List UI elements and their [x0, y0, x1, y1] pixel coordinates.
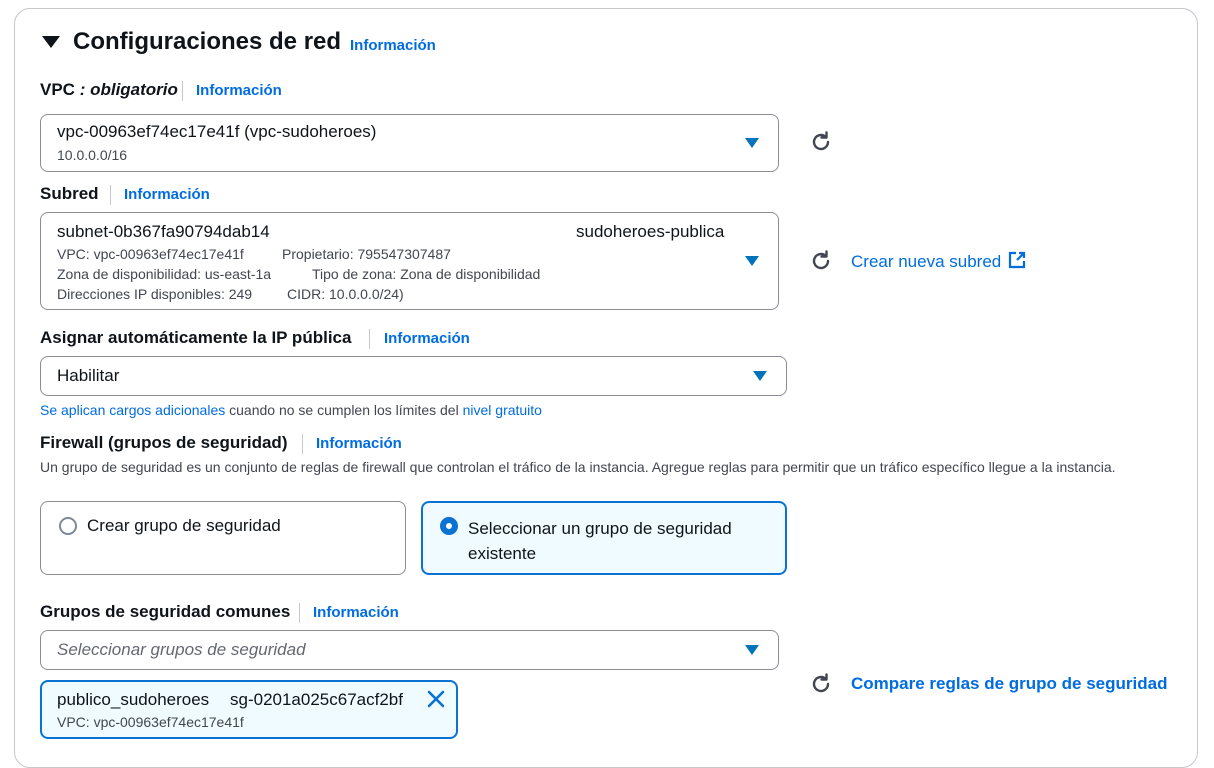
- close-icon[interactable]: [427, 690, 445, 708]
- subnet-info-link[interactable]: Información: [124, 186, 210, 203]
- chevron-down-icon: [745, 138, 759, 148]
- vpc-select[interactable]: vpc-00963ef74ec17e41f (vpc-sudoheroes) 1…: [40, 114, 779, 172]
- vpc-info-link[interactable]: Información: [196, 82, 282, 99]
- create-subnet-link[interactable]: Crear nueva subred: [851, 251, 1026, 272]
- public-ip-select[interactable]: Habilitar: [40, 356, 787, 396]
- public-ip-note-text: cuando no se cumplen los límites del: [225, 402, 463, 418]
- vpc-label-text: VPC: [40, 80, 75, 99]
- refresh-icon[interactable]: [809, 130, 833, 154]
- refresh-icon[interactable]: [809, 672, 833, 696]
- refresh-icon[interactable]: [809, 249, 833, 273]
- firewall-description: Un grupo de seguridad es un conjunto de …: [40, 459, 1116, 475]
- vpc-required: : obligatorio: [74, 80, 178, 99]
- radio-unchecked-icon: [59, 517, 77, 535]
- radio-create-security-group[interactable]: Crear grupo de seguridad: [40, 501, 406, 575]
- token-vpc: VPC: vpc-00963ef74ec17e41f: [57, 714, 244, 730]
- radio-create-label: Crear grupo de seguridad: [87, 516, 281, 535]
- security-groups-select[interactable]: Seleccionar grupos de seguridad: [40, 630, 779, 670]
- section-title[interactable]: Configuraciones de red: [73, 28, 341, 56]
- subnet-owner: Propietario: 795547307487: [282, 246, 451, 262]
- chevron-down-icon: [745, 645, 759, 655]
- subnet-select-value: subnet-0b367fa90794dab14: [57, 222, 270, 241]
- subnet-vpc: VPC: vpc-00963ef74ec17e41f: [57, 246, 244, 262]
- external-link-icon: [1008, 251, 1026, 269]
- vpc-label: VPC : obligatorio: [40, 80, 178, 100]
- additional-charges-link[interactable]: Se aplican cargos adicionales: [40, 402, 225, 418]
- public-ip-select-value: Habilitar: [57, 366, 120, 385]
- subnet-zone-type: Tipo de zona: Zona de disponibilidad: [312, 266, 541, 282]
- vpc-select-value: vpc-00963ef74ec17e41f (vpc-sudoheroes): [57, 122, 377, 141]
- vpc-separator: [182, 81, 183, 101]
- subnet-ips: Direcciones IP disponibles: 249: [57, 286, 253, 302]
- firewall-info-link[interactable]: Información: [316, 435, 402, 452]
- collapse-triangle-icon[interactable]: [42, 36, 60, 48]
- create-subnet-link-text: Crear nueva subred: [851, 252, 1002, 271]
- chevron-down-icon: [745, 256, 759, 266]
- free-tier-link[interactable]: nivel gratuito: [463, 402, 542, 418]
- security-groups-placeholder: Seleccionar grupos de seguridad: [57, 640, 306, 659]
- security-group-token: publico_sudoheroes sg-0201a025c67acf2bf …: [40, 680, 458, 739]
- subnet-label: Subred: [40, 184, 99, 203]
- subnet-separator: [110, 185, 111, 205]
- vpc-select-cidr: 10.0.0.0/16: [57, 147, 128, 163]
- radio-select-label: Seleccionar un grupo de seguridad existe…: [468, 519, 732, 563]
- firewall-separator: [302, 434, 303, 454]
- common-groups-label: Grupos de seguridad comunes: [40, 602, 291, 621]
- public-ip-label: Asignar automáticamente la IP pública: [40, 328, 352, 347]
- token-group-id: sg-0201a025c67acf2bf: [230, 690, 403, 709]
- radio-checked-icon: [440, 517, 458, 535]
- public-ip-info-link[interactable]: Información: [384, 330, 470, 347]
- common-groups-separator: [299, 603, 300, 623]
- subnet-select-name: sudoheroes-publica: [576, 222, 725, 241]
- common-groups-info-link[interactable]: Información: [313, 604, 399, 621]
- chevron-down-icon: [753, 371, 767, 381]
- token-group-name: publico_sudoheroes: [57, 690, 210, 709]
- firewall-label: Firewall (grupos de seguridad): [40, 433, 288, 452]
- public-ip-note: Se aplican cargos adicionales cuando no …: [40, 402, 542, 418]
- radio-select-existing-group[interactable]: Seleccionar un grupo de seguridad existe…: [421, 501, 787, 575]
- subnet-select[interactable]: subnet-0b367fa90794dab14 sudoheroes-publ…: [40, 212, 779, 310]
- public-ip-separator: [369, 329, 370, 349]
- subnet-cidr: CIDR: 10.0.0.0/24): [287, 286, 404, 302]
- subnet-az: Zona de disponibilidad: us-east-1a: [57, 266, 272, 282]
- compare-rules-link[interactable]: Compare reglas de grupo de seguridad: [851, 674, 1167, 694]
- section-info-link[interactable]: Información: [350, 37, 436, 54]
